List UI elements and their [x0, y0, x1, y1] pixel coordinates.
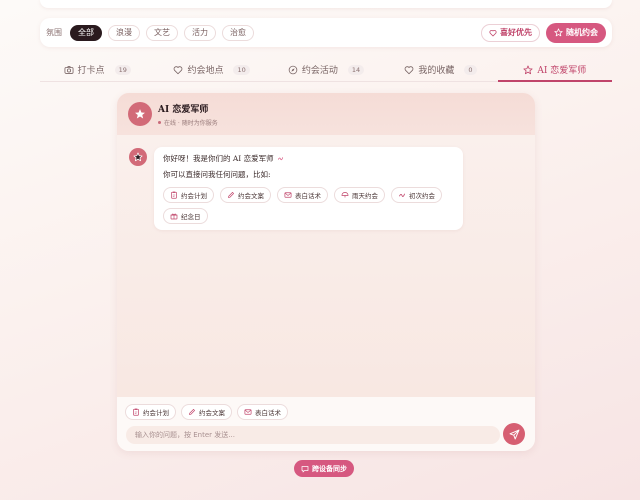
- camera-icon: [64, 65, 74, 75]
- suggestion-label: 表白话术: [295, 192, 321, 200]
- envelope-icon: [284, 191, 292, 199]
- ai-chat-panel: AI 恋爱军师 在线 · 随时为你服务 你好呀！我是你们的 AI 恋爱军师 你可…: [117, 93, 535, 451]
- tab-date-activities[interactable]: 约会活动 14: [269, 58, 383, 81]
- star-icon: [554, 28, 563, 37]
- prompt-line: 你可以直接问我任何问题，比如:: [163, 170, 271, 179]
- suggestion-date-copy[interactable]: 约会文案: [220, 187, 271, 203]
- tab-date-places[interactable]: 约会地点 10: [154, 58, 268, 81]
- preference-first-button[interactable]: 喜好优先: [481, 23, 540, 42]
- random-date-label: 随机约会: [566, 28, 598, 37]
- tab-count: 14: [347, 64, 365, 75]
- tab-label: 约会活动: [301, 66, 338, 76]
- top-panel-edge: [40, 0, 612, 8]
- tab-ai-love-advisor[interactable]: AI 恋爱军师: [497, 58, 613, 82]
- pencil-icon: [227, 191, 235, 199]
- suggestion-date-plan[interactable]: 约会计划: [163, 187, 214, 203]
- tab-my-favorites[interactable]: 我的收藏 0: [383, 58, 497, 81]
- tab-count: 0: [464, 64, 477, 75]
- quick-date-plan[interactable]: 约会计划: [125, 404, 176, 420]
- random-date-button[interactable]: 随机约会: [546, 22, 606, 43]
- mood-filter-bar: 氛围 全部 浪漫 文艺 活力 治愈 喜好优先 随机约会: [40, 18, 612, 47]
- chip-all[interactable]: 全部: [70, 24, 102, 41]
- suggestion-rainy-date[interactable]: 雨天约会: [334, 187, 385, 203]
- chat-bubble-icon: [301, 465, 309, 473]
- gift-icon: [170, 212, 178, 220]
- chip-artsy[interactable]: 文艺: [146, 24, 178, 41]
- chat-header: AI 恋爱军师 在线 · 随时为你服务: [117, 93, 535, 135]
- preference-first-label: 喜好优先: [500, 28, 532, 37]
- suggestion-list: 约会计划 约会文案 表白话术 雨天约会 初次约会 纪念日: [163, 187, 454, 224]
- pencil-icon: [188, 408, 196, 416]
- suggestion-label: 约会文案: [238, 192, 264, 200]
- greeting-text: 你好呀！我是你们的 AI 恋爱军师: [163, 154, 274, 163]
- send-button[interactable]: [503, 423, 525, 445]
- suggestion-label: 初次约会: [409, 192, 435, 200]
- send-icon: [509, 429, 520, 440]
- quick-confession[interactable]: 表白话术: [237, 404, 288, 420]
- tab-count: 10: [233, 64, 250, 75]
- suggestion-label: 约会计划: [181, 192, 207, 200]
- chat-status: 在线 · 随时为你服务: [158, 118, 218, 127]
- chat-title: AI 恋爱军师: [158, 104, 209, 115]
- sync-label: 跨设备同步: [312, 464, 347, 473]
- envelope-icon: [244, 408, 252, 416]
- compass-icon: [288, 65, 298, 75]
- tab-label: AI 恋爱军师: [537, 66, 587, 76]
- tab-label: 约会地点: [187, 66, 224, 76]
- cross-device-sync-button[interactable]: 跨设备同步: [294, 460, 354, 477]
- tab-checkin-spots[interactable]: 打卡点 19: [40, 58, 154, 81]
- chip-healing[interactable]: 治愈: [222, 24, 254, 41]
- message-avatar: [129, 148, 147, 166]
- main-tabs: 打卡点 19 约会地点 10 约会活动 14 我的收藏 0 AI 恋爱军师: [40, 58, 613, 82]
- tab-count: 19: [114, 64, 131, 75]
- suggestion-label: 纪念日: [181, 213, 201, 221]
- star-icon: [134, 108, 146, 120]
- suggestion-confession[interactable]: 表白话术: [277, 187, 328, 203]
- star-icon: [523, 65, 533, 75]
- chip-energetic[interactable]: 活力: [184, 24, 216, 41]
- suggestion-label: 雨天约会: [352, 192, 378, 200]
- heart-icon: [173, 65, 183, 75]
- online-dot: [158, 120, 161, 124]
- greeting-line: 你好呀！我是你们的 AI 恋爱军师: [163, 153, 454, 164]
- chat-input[interactable]: [126, 426, 500, 444]
- clipboard-icon: [132, 408, 140, 416]
- chip-romantic[interactable]: 浪漫: [108, 24, 140, 41]
- tab-label: 我的收藏: [418, 66, 455, 76]
- star-icon: [133, 152, 143, 162]
- heart-icon: [404, 65, 414, 75]
- sparkle-icon: [277, 155, 284, 162]
- tab-label: 打卡点: [77, 66, 105, 76]
- heart-icon: [489, 29, 497, 37]
- filter-label: 氛围: [46, 28, 62, 37]
- quick-date-copy[interactable]: 约会文案: [181, 404, 232, 420]
- quick-label: 表白话术: [255, 409, 281, 417]
- quick-action-row: 约会计划 约会文案 表白话术: [125, 404, 288, 420]
- sparkle-icon: [398, 191, 406, 199]
- suggestion-first-date[interactable]: 初次约会: [391, 187, 442, 203]
- chat-status-text: 在线 · 随时为你服务: [164, 119, 218, 127]
- bot-avatar: [128, 102, 152, 126]
- quick-label: 约会计划: [143, 409, 169, 417]
- suggestion-anniversary[interactable]: 纪念日: [163, 208, 208, 224]
- umbrella-icon: [341, 191, 349, 199]
- bot-message-bubble: 你好呀！我是你们的 AI 恋爱军师 你可以直接问我任何问题，比如: 约会计划 约…: [154, 147, 463, 230]
- clipboard-icon: [170, 191, 178, 199]
- quick-label: 约会文案: [199, 409, 225, 417]
